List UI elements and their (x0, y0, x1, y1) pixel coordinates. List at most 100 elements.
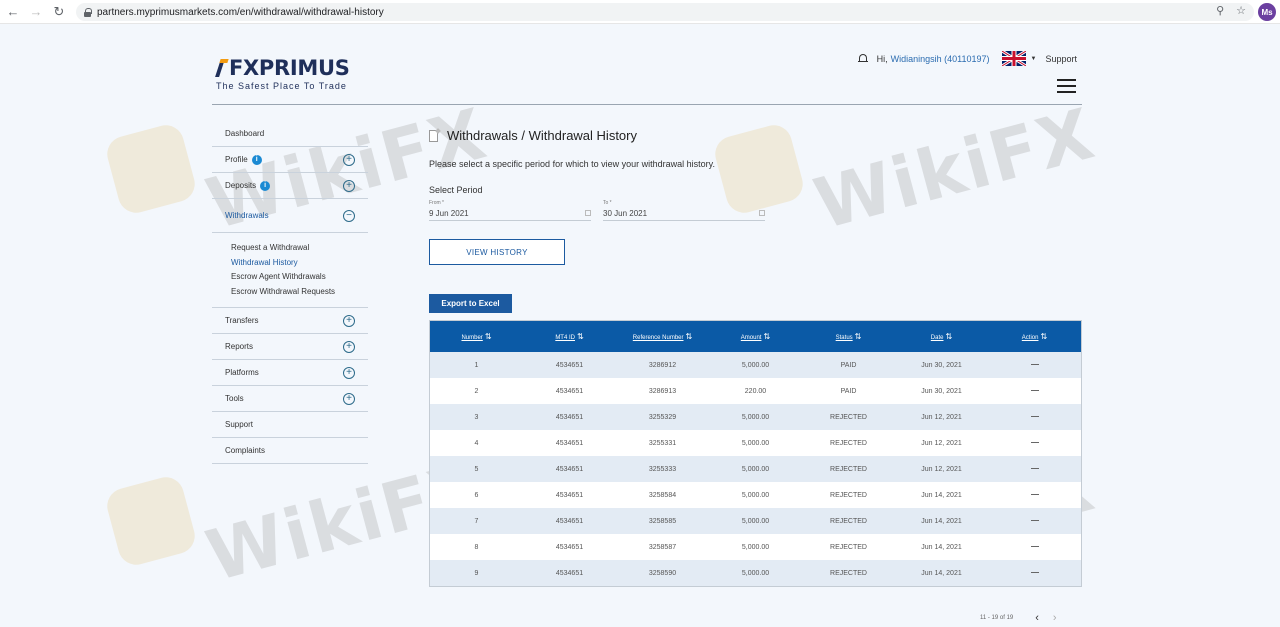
sidebar-item-complaints[interactable]: Complaints (212, 438, 368, 464)
address-bar[interactable]: partners.myprimusmarkets.com/en/withdraw… (76, 3, 1254, 21)
plus-circle-icon[interactable]: + (343, 341, 355, 353)
sidebar-item-profile[interactable]: Profile i + (212, 147, 368, 173)
info-icon: i (260, 180, 271, 191)
header-divider (212, 104, 1082, 105)
key-icon[interactable]: ⚲ (1216, 4, 1224, 17)
row-action[interactable] (988, 430, 1081, 456)
table-cell: PAID (840, 361, 857, 369)
table-cell: 220.00 (744, 387, 767, 395)
plus-circle-icon[interactable]: + (343, 393, 355, 405)
sidebar-item-transfers[interactable]: Transfers + (212, 308, 368, 334)
table-cell: 5,000.00 (741, 439, 770, 447)
column-header-date[interactable]: Date ⇅ (895, 321, 988, 352)
row-action[interactable] (988, 560, 1081, 586)
sidebar-item-withdrawals[interactable]: Withdrawals − (212, 199, 368, 233)
plus-circle-icon[interactable]: + (343, 367, 355, 379)
column-header-amount[interactable]: Amount ⇅ (709, 321, 802, 352)
column-header-action[interactable]: Action ⇅ (988, 321, 1081, 352)
table-cell: 6 (474, 491, 479, 499)
row-action[interactable] (988, 456, 1081, 482)
chevron-left-icon[interactable]: ‹ (1035, 612, 1039, 624)
table-cell: 3258585 (648, 517, 677, 525)
bell-icon[interactable] (857, 53, 868, 64)
calendar-icon[interactable] (759, 210, 765, 216)
fxprimus-logo[interactable]: FXPRIMUS The Safest Place To Trade (216, 56, 350, 91)
table-cell: 4534651 (555, 517, 584, 525)
table-cell: 4534651 (555, 465, 584, 473)
sidebar-item-deposits[interactable]: Deposits i + (212, 173, 368, 199)
table-cell: REJECTED (830, 543, 867, 551)
submenu-escrow-agent-withdrawals[interactable]: Escrow Agent Withdrawals (231, 270, 368, 285)
table-cell: PAID (840, 387, 857, 395)
sidebar-item-platforms[interactable]: Platforms + (212, 360, 368, 386)
submenu-withdrawal-history[interactable]: Withdrawal History (231, 256, 368, 271)
table-cell: 5,000.00 (741, 465, 770, 473)
avatar[interactable]: Ms (1258, 3, 1276, 21)
row-action[interactable] (988, 352, 1081, 378)
dash-icon (1030, 442, 1039, 444)
column-header-number[interactable]: Number ⇅ (430, 321, 523, 352)
chevron-right-icon[interactable]: › (1053, 612, 1057, 624)
reload-icon[interactable]: ↻ (49, 2, 69, 22)
support-link[interactable]: Support (1045, 54, 1077, 64)
watermark-logo (103, 473, 199, 569)
page-title: Withdrawals / Withdrawal History (429, 128, 1082, 143)
submenu-request-withdrawal[interactable]: Request a Withdrawal (231, 241, 368, 256)
table-cell: Jun 30, 2021 (921, 361, 962, 369)
star-icon[interactable]: ☆ (1236, 4, 1246, 17)
to-date-field[interactable]: To * 30 Jun 2021 (603, 200, 765, 221)
table-cell: REJECTED (830, 465, 867, 473)
table-cell: 5,000.00 (741, 491, 770, 499)
row-action[interactable] (988, 404, 1081, 430)
withdrawals-submenu: Request a Withdrawal Withdrawal History … (212, 233, 368, 308)
table-row: 5 4534651 3255333 5,000.00 REJECTED Jun 12, 2… (430, 456, 1081, 482)
column-header-status[interactable]: Status ⇅ (802, 321, 895, 352)
calendar-icon[interactable] (585, 210, 591, 216)
sidebar-item-tools[interactable]: Tools + (212, 386, 368, 412)
export-excel-button[interactable]: Export to Excel (429, 294, 512, 313)
table-cell: 5,000.00 (741, 413, 770, 421)
column-header-mt4-id[interactable]: MT4 ID ⇅ (523, 321, 616, 352)
plus-circle-icon[interactable]: + (343, 315, 355, 327)
sidebar-item-reports[interactable]: Reports + (212, 334, 368, 360)
table-cell: 3255331 (648, 439, 677, 447)
column-header-reference[interactable]: Reference Number ⇅ (616, 321, 709, 352)
table-row: 3 4534651 3255329 5,000.00 REJECTED Jun 12, 2… (430, 404, 1081, 430)
lock-icon (84, 8, 92, 17)
table-row: 4 4534651 3255331 5,000.00 REJECTED Jun 12, 2… (430, 430, 1081, 456)
sort-icon: ⇅ (685, 332, 693, 341)
pagination-range: 11 - 19 of 19 (980, 615, 1014, 621)
row-action[interactable] (988, 534, 1081, 560)
from-date-field[interactable]: From * 9 Jun 2021 (429, 200, 591, 221)
sidebar-item-dashboard[interactable]: Dashboard (212, 121, 368, 147)
table-cell: 4 (474, 439, 479, 447)
user-name-link[interactable]: Widianingsih (40110197) (891, 54, 990, 64)
forward-icon[interactable]: → (26, 2, 46, 22)
row-action[interactable] (988, 508, 1081, 534)
row-action[interactable] (988, 482, 1081, 508)
table-row: 2 4534651 3286913 220.00 PAID Jun 30, 2021 (430, 378, 1081, 404)
to-date-value: 30 Jun 2021 (603, 208, 648, 218)
table-cell: 3258584 (648, 491, 677, 499)
table-cell: REJECTED (830, 569, 867, 577)
submenu-escrow-withdrawal-requests[interactable]: Escrow Withdrawal Requests (231, 285, 368, 300)
sort-icon: ⇅ (1040, 332, 1048, 341)
watermark-logo (103, 121, 199, 217)
greeting: Hi, (876, 53, 888, 64)
from-date-value: 9 Jun 2021 (429, 208, 469, 218)
plus-circle-icon[interactable]: + (343, 180, 355, 192)
table-cell: Jun 14, 2021 (921, 543, 962, 551)
back-icon[interactable]: ← (3, 2, 23, 22)
dash-icon (1030, 468, 1039, 470)
table-cell: Jun 14, 2021 (921, 569, 962, 577)
sidebar-item-support[interactable]: Support (212, 412, 368, 438)
row-action[interactable] (988, 378, 1081, 404)
view-history-button[interactable]: VIEW HISTORY (429, 239, 565, 265)
menu-icon[interactable] (1057, 79, 1076, 93)
table-cell: 2 (474, 387, 479, 395)
plus-circle-icon[interactable]: + (343, 154, 355, 166)
sort-icon: ⇅ (945, 332, 953, 341)
uk-flag-icon[interactable] (1001, 51, 1026, 66)
chevron-down-icon[interactable]: ▼ (1031, 56, 1037, 62)
minus-circle-icon[interactable]: − (343, 210, 355, 222)
